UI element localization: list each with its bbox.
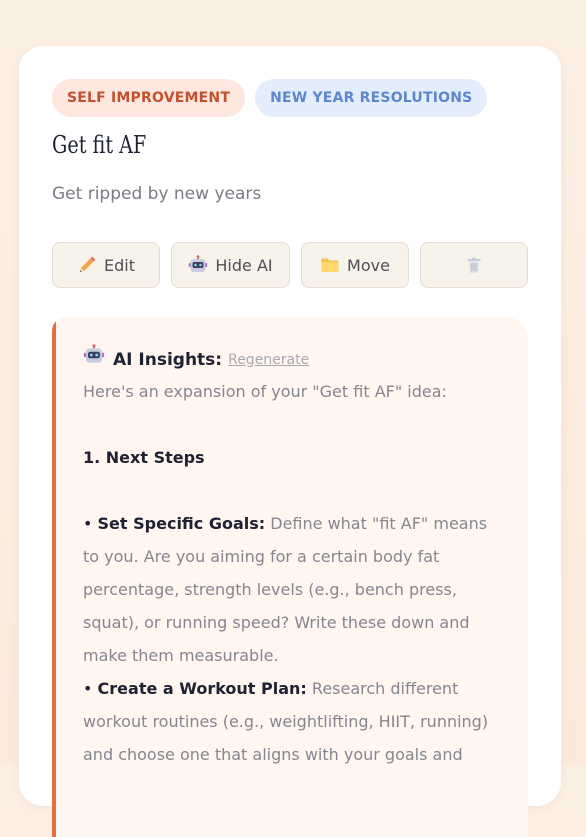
regenerate-link[interactable]: Regenerate — [228, 344, 309, 377]
hide-ai-button[interactable]: Hide AI — [171, 242, 290, 288]
section-heading-next-steps: 1. Next Steps — [83, 448, 205, 467]
hide-ai-label: Hide AI — [215, 255, 273, 275]
insight-header: AI Insights: Regenerate — [83, 343, 503, 377]
action-bar: Edit Hide AI Move — [52, 242, 528, 288]
insights-heading: AI Insights: — [113, 349, 223, 370]
list-item-text: Define what "fit AF" means to you. Are y… — [83, 514, 488, 665]
tag-list: SELF IMPROVEMENT NEW YEAR RESOLUTIONS — [52, 79, 488, 117]
edit-button[interactable]: Edit — [52, 242, 160, 288]
robot-icon — [83, 343, 105, 377]
insight-body: AI Insights: Regenerate Here's an expans… — [83, 343, 503, 771]
idea-card: SELF IMPROVEMENT NEW YEAR RESOLUTIONS Ge… — [19, 46, 561, 837]
move-label: Move — [347, 255, 390, 275]
list-item: • Create a Workout Plan: Research differ… — [83, 672, 503, 771]
edit-label: Edit — [104, 255, 135, 275]
insight-accent-bar — [52, 317, 56, 837]
idea-title: Get fit AF — [52, 131, 147, 159]
folder-icon — [320, 255, 340, 275]
tag-new-year-resolutions[interactable]: NEW YEAR RESOLUTIONS — [255, 79, 488, 117]
bullet: • — [83, 514, 98, 533]
delete-button[interactable] — [420, 242, 528, 288]
robot-icon — [188, 255, 208, 275]
list-item-title: Create a Workout Plan: — [97, 679, 307, 698]
idea-description: Get ripped by new years — [52, 184, 262, 204]
bullet: • — [83, 679, 98, 698]
ai-insights-panel: AI Insights: Regenerate Here's an expans… — [52, 317, 528, 837]
move-button[interactable]: Move — [301, 242, 409, 288]
list-item: • Set Specific Goals: Define what "fit A… — [83, 507, 503, 672]
list-item-title: Set Specific Goals: — [97, 514, 266, 533]
tag-self-improvement[interactable]: SELF IMPROVEMENT — [52, 79, 246, 117]
insight-intro: Here's an expansion of your "Get fit AF"… — [83, 382, 447, 401]
pencil-icon — [77, 255, 97, 275]
trash-icon — [465, 256, 483, 274]
